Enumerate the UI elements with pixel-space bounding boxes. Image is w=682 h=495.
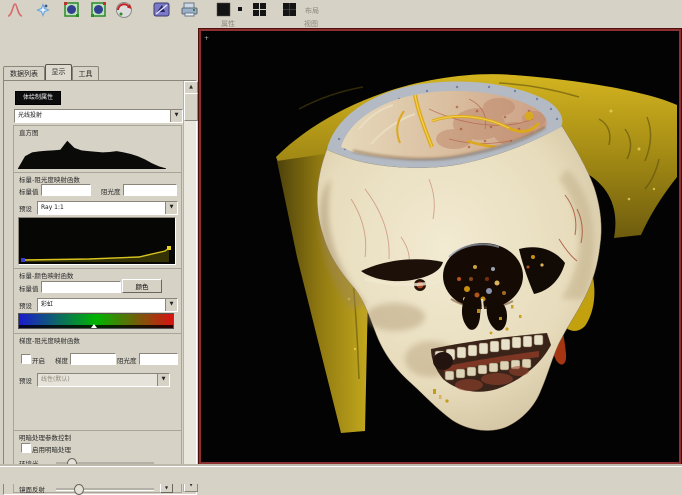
- gradient-enable-checkbox[interactable]: [21, 354, 31, 364]
- specular-slider-handle[interactable]: [74, 484, 84, 495]
- gradient-enable-label: 开启: [32, 355, 45, 365]
- view-caption: 视图: [304, 19, 318, 29]
- clip-volume-icon[interactable]: [152, 1, 170, 18]
- scalar-opacity-title: 标量-阻光度映射函数: [19, 174, 80, 184]
- gradient-preset-label: 预设: [19, 375, 32, 385]
- opacity-preset-combo[interactable]: Ray 1:1 ▼: [37, 201, 178, 215]
- main-toolbar: 布局: [0, 0, 682, 19]
- color-scalar-label: 标量值: [19, 283, 39, 293]
- color-preset-label: 预设: [19, 300, 32, 310]
- gradient-label: 梯度: [55, 355, 68, 365]
- histogram-group: 直方图: [13, 125, 182, 173]
- scalar-color-group: 标量-颜色映射函数 标量值 颜色 预设 彩虹 ▼: [13, 268, 182, 334]
- opacity-function-editor[interactable]: [18, 217, 176, 265]
- properties-caption: 属性: [221, 19, 235, 29]
- ambient-slider[interactable]: [56, 462, 154, 465]
- gradient-opacity-title: 梯度-阻光度映射函数: [19, 335, 80, 345]
- specular-label: 镜面反射: [19, 484, 45, 494]
- volume-box-icon[interactable]: [62, 1, 80, 18]
- color-preset-combo[interactable]: 彩虹 ▼: [37, 298, 178, 312]
- chevron-down-icon[interactable]: ▼: [165, 299, 177, 311]
- specular-power-down[interactable]: ▼: [160, 483, 173, 493]
- scalar-opacity-group: 标量-阻光度映射函数 标量值 阻光度 预设 Ray 1:1 ▼: [13, 172, 182, 269]
- scalar-label: 标量值: [19, 186, 39, 196]
- snowflake-icon[interactable]: [34, 1, 52, 18]
- panel-scrollbar[interactable]: ▲ ▼: [183, 81, 196, 492]
- color-gradient-bar[interactable]: [18, 313, 174, 329]
- layout-group-label: 布局: [305, 6, 319, 16]
- scroll-thumb[interactable]: [184, 93, 198, 121]
- color-scalar-input[interactable]: [41, 281, 121, 293]
- color-button[interactable]: 颜色: [122, 279, 162, 293]
- status-bar: [0, 466, 682, 484]
- volume-render-item[interactable]: 体绘制属性: [15, 91, 61, 105]
- transfer-curve-icon[interactable]: [6, 1, 24, 18]
- export-icon[interactable]: [180, 1, 198, 18]
- specular-slider[interactable]: [56, 488, 154, 491]
- viewport-corner-marker: +: [204, 35, 209, 42]
- volume-box-2-icon[interactable]: [89, 1, 107, 18]
- chevron-down-icon[interactable]: ▼: [170, 110, 182, 122]
- gradient-opacity-label: 阻光度: [117, 355, 137, 365]
- scalar-value-input[interactable]: [41, 184, 91, 196]
- chevron-down-icon[interactable]: ▼: [157, 374, 169, 386]
- opacity-value-input[interactable]: [123, 184, 177, 196]
- histogram-chart: [18, 137, 166, 169]
- opacity-label: 阻光度: [101, 186, 121, 196]
- opacity-preset-label: 预设: [19, 203, 32, 213]
- shading-title: 明暗处理参数控制: [19, 432, 71, 442]
- chevron-down-icon[interactable]: ▼: [165, 202, 177, 214]
- layout-full-icon[interactable]: [280, 1, 298, 18]
- gradient-preset-combo[interactable]: 线性(默认) ▼: [37, 373, 170, 387]
- gradient-opacity-group: 梯度-阻光度映射函数 开启 梯度 阻光度 预设 线性(默认) ▼: [13, 333, 182, 431]
- histogram-title: 直方图: [19, 127, 39, 137]
- panel-scroll-area: 体绘制属性 光线投射 ▼ 直方图 标量-阻光度映射函数 标量值 阻光度 预设: [3, 80, 197, 495]
- layout-separator-dot: [236, 1, 244, 18]
- properties-panel: 数据列表 显示 工具 体绘制属性 光线投射 ▼ 直方图 标量-阻光度映射函数 标…: [2, 30, 197, 465]
- gradient-opacity-input[interactable]: [139, 353, 178, 365]
- render-viewport[interactable]: +: [199, 29, 681, 464]
- rotate-sphere-icon[interactable]: [115, 1, 133, 18]
- layout-quad-icon[interactable]: [250, 1, 268, 18]
- scalar-color-title: 标量-颜色映射函数: [19, 270, 73, 280]
- volume-render-canvas: +: [201, 31, 679, 462]
- render-method-combo[interactable]: 光线投射 ▼: [14, 109, 183, 123]
- gradient-marker[interactable]: [91, 324, 97, 328]
- shading-enable-label: 启用明暗处理: [32, 444, 71, 454]
- layout-single-icon[interactable]: [214, 1, 232, 18]
- gradient-value-input[interactable]: [70, 353, 116, 365]
- shading-enable-checkbox[interactable]: [21, 443, 31, 453]
